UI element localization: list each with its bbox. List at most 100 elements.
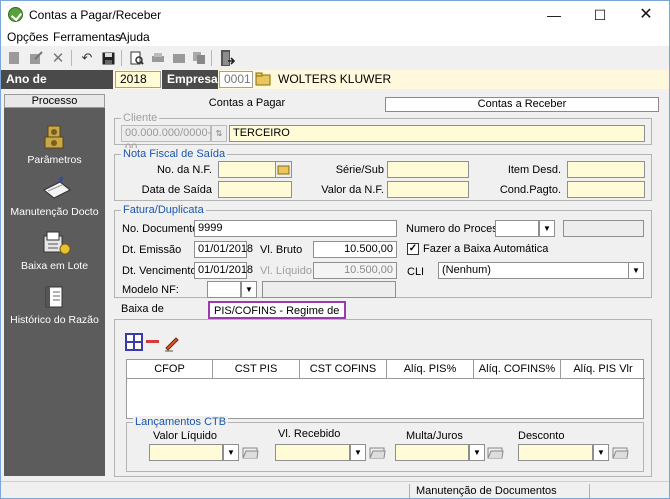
cliente-spin-icon[interactable]: ⇅ bbox=[211, 125, 227, 142]
ctb-group-title: Lançamentos CTB bbox=[133, 416, 229, 428]
numero-processo-select[interactable] bbox=[495, 220, 539, 237]
dt-vencimento-field[interactable]: 01/01/2018 bbox=[194, 262, 253, 279]
title-bar: Contas a Pagar/Receber — ☐ ✕ bbox=[1, 1, 669, 29]
chevron-down-icon[interactable]: ▼ bbox=[539, 220, 555, 237]
report-icon[interactable] bbox=[170, 49, 188, 67]
menu-ferramentas[interactable]: Ferramentas bbox=[53, 30, 121, 44]
edit-pencil-icon[interactable] bbox=[163, 334, 181, 352]
print-icon[interactable] bbox=[149, 49, 167, 67]
menu-bar: Opções Ferramentas Ajuda bbox=[1, 29, 669, 46]
fatura-group-title: Fatura/Duplicata bbox=[121, 204, 206, 216]
modelo-nf-label: Modelo NF: bbox=[122, 284, 179, 296]
close-icon[interactable]: ✕ bbox=[623, 1, 669, 29]
grid-header-cst-cofins[interactable]: CST COFINS bbox=[300, 360, 387, 378]
vl-liquido-field: 10.500,00 bbox=[313, 262, 397, 279]
ctb-vl-recebido-select[interactable] bbox=[275, 444, 350, 461]
add-row-icon[interactable] bbox=[125, 333, 143, 351]
copy-icon[interactable] bbox=[190, 49, 208, 67]
minimize-icon[interactable]: — bbox=[531, 1, 577, 29]
chevron-down-icon[interactable]: ▼ bbox=[241, 281, 257, 298]
sidebar-header: Processo bbox=[4, 94, 105, 108]
sidebar-item-parametros[interactable]: Parâmetros bbox=[4, 124, 105, 166]
new-document-icon[interactable] bbox=[5, 49, 23, 67]
data-saida-field[interactable] bbox=[218, 181, 292, 198]
chevron-down-icon[interactable]: ▼ bbox=[469, 444, 485, 461]
app-window: Contas a Pagar/Receber — ☐ ✕ Opções Ferr… bbox=[0, 0, 670, 499]
chevron-down-icon[interactable]: ▼ bbox=[223, 444, 239, 461]
nf-group: Nota Fiscal de Saída No. da N.F. Série/S… bbox=[114, 148, 652, 201]
cond-pagto-field[interactable] bbox=[567, 181, 645, 198]
grid-header-cfop[interactable]: CFOP bbox=[127, 360, 213, 378]
ledger-history-icon bbox=[42, 284, 68, 310]
ctb-vl-recebido-folder-icon[interactable] bbox=[369, 445, 386, 463]
grid-header-cst-pis[interactable]: CST PIS bbox=[213, 360, 300, 378]
cliente-code-field[interactable]: 00.000.000/0000-00 bbox=[121, 125, 211, 154]
exit-door-icon[interactable] bbox=[218, 49, 236, 67]
grid-header-aliq-cofins[interactable]: Alíq. COFINS% bbox=[474, 360, 561, 378]
chevron-down-icon[interactable]: ▼ bbox=[350, 444, 366, 461]
menu-ajuda[interactable]: Ajuda bbox=[119, 30, 150, 44]
ctb-desconto-folder-icon[interactable] bbox=[612, 445, 629, 463]
sidebar-item-historico-razao[interactable]: Histórico do Razão bbox=[4, 284, 105, 326]
cliente-group: Cliente 00.000.000/0000-00 ⇅ TERCEIRO bbox=[114, 112, 652, 154]
status-pane-empty bbox=[1, 484, 409, 498]
ctb-valor-liquido-select[interactable] bbox=[149, 444, 223, 461]
serie-sub-field[interactable] bbox=[387, 161, 469, 178]
grid-header-aliq-pis-vlr[interactable]: Alíq. PIS Vlr bbox=[561, 360, 645, 378]
edit-icon[interactable] bbox=[27, 49, 45, 67]
sidebar-item-baixa-lote[interactable]: Baixa em Lote bbox=[4, 230, 105, 272]
delete-icon[interactable]: ✕ bbox=[49, 49, 67, 67]
chevron-down-icon[interactable]: ▼ bbox=[593, 444, 609, 461]
app-icon bbox=[8, 7, 23, 22]
nf-number-field[interactable] bbox=[218, 161, 276, 178]
chevron-down-icon[interactable]: ▼ bbox=[628, 262, 644, 279]
ctb-multa-juros-folder-icon[interactable] bbox=[487, 445, 504, 463]
vl-bruto-field[interactable]: 10.500,00 bbox=[313, 241, 397, 258]
empresa-code-field[interactable]: 0001 bbox=[219, 71, 253, 88]
print-preview-icon[interactable] bbox=[128, 49, 146, 67]
tab-baixa-pagamento[interactable]: Baixa de Pagamento bbox=[116, 301, 208, 331]
cliente-name-field[interactable]: TERCEIRO bbox=[229, 125, 645, 142]
ctb-desconto-label: Desconto bbox=[518, 430, 565, 442]
item-desd-field[interactable] bbox=[567, 161, 645, 178]
vl-bruto-label: Vl. Bruto bbox=[260, 244, 303, 256]
cliente-group-title: Cliente bbox=[121, 112, 160, 124]
empresa-name: WOLTERS KLUWER bbox=[278, 72, 392, 86]
undo-icon[interactable]: ↶ bbox=[78, 49, 96, 67]
ano-movimento-field[interactable]: 2018 bbox=[115, 71, 161, 88]
nf-search-icon[interactable] bbox=[275, 161, 292, 178]
sidebar-item-label: Histórico do Razão bbox=[10, 314, 99, 326]
sidebar-item-manutencao-docto[interactable]: Manutenção Docto bbox=[4, 176, 105, 218]
remove-row-icon[interactable] bbox=[146, 340, 159, 343]
maximize-icon[interactable]: ☐ bbox=[577, 1, 623, 29]
cond-pagto-label: Cond.Pagto. bbox=[499, 184, 561, 196]
numero-processo-label: Numero do Processo bbox=[406, 223, 510, 235]
ctb-desconto-select[interactable] bbox=[518, 444, 593, 461]
tab-pis-cofins[interactable]: PIS/COFINS - Regime de Caixa bbox=[208, 301, 346, 333]
process-sidebar: Processo Parâmetros Manutenção Docto Bai… bbox=[4, 94, 105, 476]
baixa-automatica-checkbox[interactable]: ✓ bbox=[407, 243, 419, 255]
dt-emissao-field[interactable]: 01/01/2018 bbox=[194, 241, 253, 258]
dt-vencimento-label: Dt. Vencimento bbox=[122, 265, 197, 277]
modelo-nf-select[interactable] bbox=[207, 281, 241, 298]
nf-number-label: No. da N.F. bbox=[156, 164, 212, 176]
no-documento-field[interactable]: 9999 bbox=[194, 220, 397, 237]
menu-opcoes[interactable]: Opções bbox=[7, 30, 48, 44]
dt-emissao-label: Dt. Emissão bbox=[122, 244, 182, 256]
ctb-vl-recebido-label: Vl. Recebido bbox=[278, 428, 341, 440]
valor-nf-field[interactable] bbox=[387, 181, 469, 198]
sidebar-item-label: Manutenção Docto bbox=[10, 206, 99, 218]
tab-contas-pagar[interactable]: Contas a Pagar bbox=[109, 97, 385, 112]
ctb-valor-liquido-label: Valor Líquido bbox=[153, 430, 218, 442]
save-icon[interactable] bbox=[99, 49, 117, 67]
ctb-multa-juros-label: Multa/Juros bbox=[406, 430, 463, 442]
cli-select[interactable]: (Nenhum) bbox=[438, 262, 629, 279]
ctb-multa-juros-select[interactable] bbox=[395, 444, 469, 461]
year-company-bar: Ano de Movimento 2018 Empresa 0001 WOLTE… bbox=[1, 70, 669, 105]
status-pane-extra bbox=[589, 484, 669, 498]
open-folder-icon[interactable] bbox=[255, 72, 272, 87]
item-desd-label: Item Desd. bbox=[507, 164, 561, 176]
tab-contas-receber[interactable]: Contas a Receber bbox=[385, 97, 659, 112]
grid-header-aliq-pis[interactable]: Alíq. PIS% bbox=[387, 360, 474, 378]
ctb-valor-liquido-folder-icon[interactable] bbox=[242, 445, 259, 463]
